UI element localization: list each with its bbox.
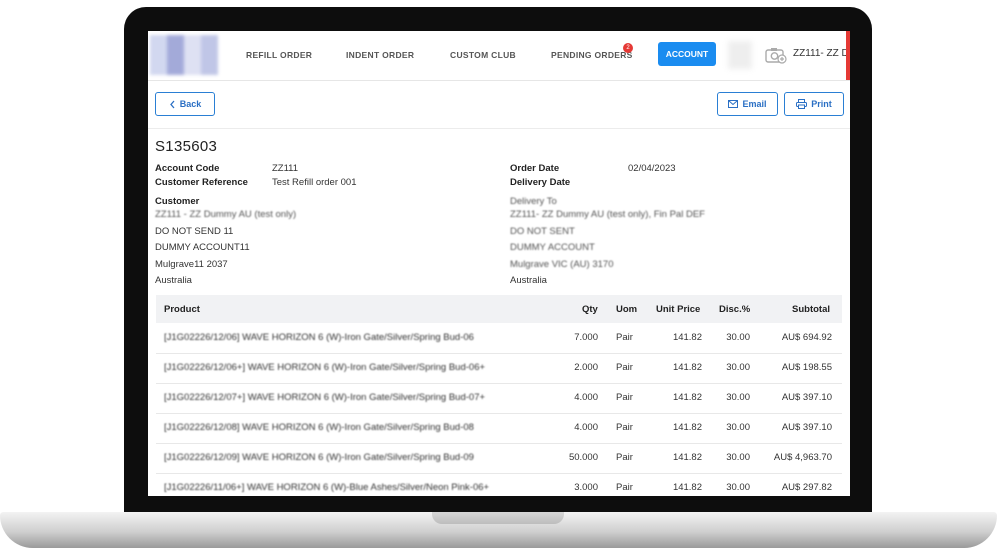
subtotal-cell: AU$ 297.82 (781, 482, 832, 493)
nav-indent-order[interactable]: INDENT ORDER (346, 50, 414, 60)
back-button[interactable]: Back (155, 92, 215, 116)
printer-icon (796, 99, 808, 109)
subtotal-cell: AU$ 397.10 (781, 392, 832, 403)
qty-cell: 4.000 (574, 392, 598, 403)
account-code-value: ZZ111 (272, 163, 299, 174)
table-row[interactable]: [J1G02226/12/09] WAVE HORIZON 6 (W)-Iron… (156, 443, 842, 474)
col-discount: Disc.% (719, 304, 751, 315)
delivery-date-label: Delivery Date (510, 177, 571, 188)
col-qty: Qty (582, 304, 598, 315)
account-button[interactable]: ACCOUNT (658, 42, 716, 66)
qty-cell: 7.000 (574, 332, 598, 343)
subtotal-cell: AU$ 397.10 (781, 422, 832, 433)
unit-price-cell: 141.82 (672, 332, 702, 343)
uom-cell: Pair (616, 452, 633, 463)
qty-cell: 4.000 (574, 422, 598, 433)
table-row[interactable]: [J1G02226/12/07+] WAVE HORIZON 6 (W)-Iro… (156, 383, 842, 414)
product-cell: [J1G02226/12/08] WAVE HORIZON 6 (W)-Iron… (164, 422, 474, 433)
customer-line: ZZ111 - ZZ Dummy AU (test only) (155, 209, 297, 220)
app-screen: REFILL ORDER INDENT ORDER CUSTOM CLUB PE… (148, 31, 850, 496)
delivery-label: Delivery To (510, 196, 557, 207)
unit-price-cell: 141.82 (672, 452, 702, 463)
print-button[interactable]: Print (784, 92, 844, 116)
customer-line: Australia (155, 275, 192, 286)
brand-logo[interactable] (150, 35, 218, 75)
laptop-notch (432, 512, 564, 524)
subtotal-cell: AU$ 4,963.70 (773, 452, 832, 463)
back-label: Back (179, 99, 202, 109)
product-cell: [J1G02226/12/06+] WAVE HORIZON 6 (W)-Iro… (164, 362, 486, 373)
order-date-value: 02/04/2023 (628, 163, 676, 174)
table-row[interactable]: [J1G02226/11/06+] WAVE HORIZON 6 (W)-Blu… (156, 473, 842, 496)
order-lines-header: Product Qty Uom Unit Price Disc.% Subtot… (156, 295, 842, 323)
uom-cell: Pair (616, 482, 633, 493)
customer-line: DO NOT SEND 11 (155, 226, 234, 237)
customer-line: DUMMY ACCOUNT11 (155, 242, 250, 253)
product-cell: [J1G02226/12/06] WAVE HORIZON 6 (W)-Iron… (164, 332, 474, 343)
subtotal-cell: AU$ 694.92 (781, 332, 832, 343)
col-unit-price: Unit Price (656, 304, 701, 315)
uom-cell: Pair (616, 422, 633, 433)
qty-cell: 3.000 (574, 482, 598, 493)
subtotal-cell: AU$ 198.55 (781, 362, 832, 373)
unit-price-cell: 141.82 (672, 482, 702, 493)
uom-cell: Pair (616, 362, 633, 373)
top-navigation: REFILL ORDER INDENT ORDER CUSTOM CLUB PE… (148, 31, 850, 81)
discount-cell: 30.00 (726, 452, 750, 463)
print-label: Print (811, 99, 832, 109)
uom-cell: Pair (616, 332, 633, 343)
customer-label: Customer (155, 196, 200, 207)
delivery-line: DUMMY ACCOUNT (510, 242, 595, 253)
table-row[interactable]: [J1G02226/12/06] WAVE HORIZON 6 (W)-Iron… (156, 323, 842, 354)
col-subtotal: Subtotal (792, 304, 830, 315)
product-cell: [J1G02226/11/06+] WAVE HORIZON 6 (W)-Blu… (164, 482, 490, 493)
discount-cell: 30.00 (726, 332, 750, 343)
pending-orders-badge: 2 (623, 43, 633, 53)
uom-cell: Pair (616, 392, 633, 403)
col-uom: Uom (616, 304, 638, 315)
table-row[interactable]: [J1G02226/12/06+] WAVE HORIZON 6 (W)-Iro… (156, 353, 842, 384)
nav-refill-order[interactable]: REFILL ORDER (246, 50, 312, 60)
email-button[interactable]: Email (717, 92, 778, 116)
delivery-line: Mulgrave VIC (AU) 3170 (510, 259, 614, 270)
product-cell: [J1G02226/12/09] WAVE HORIZON 6 (W)-Iron… (164, 452, 474, 463)
unit-price-cell: 141.82 (672, 392, 702, 403)
order-date-label: Order Date (510, 163, 560, 174)
unit-price-cell: 141.82 (672, 362, 702, 373)
email-label: Email (742, 99, 767, 109)
unit-price-cell: 141.82 (672, 422, 702, 433)
delivery-line: ZZ111- ZZ Dummy AU (test only), Fin Pal … (510, 209, 705, 220)
customer-reference-value: Test Refill order 001 (272, 177, 357, 188)
customer-reference-label: Customer Reference (155, 177, 248, 188)
action-bar: Back Email Print (148, 80, 850, 129)
delivery-line: Australia (510, 275, 547, 286)
discount-cell: 30.00 (726, 422, 750, 433)
nav-edge-accent (846, 31, 850, 80)
delivery-line: DO NOT SENT (510, 226, 575, 237)
nav-custom-club[interactable]: CUSTOM CLUB (450, 50, 516, 60)
nav-pending-orders[interactable]: PENDING ORDERS (551, 50, 633, 60)
chevron-left-icon (169, 100, 175, 108)
discount-cell: 30.00 (726, 362, 750, 373)
col-product: Product (164, 304, 200, 315)
table-row[interactable]: [J1G02226/12/08] WAVE HORIZON 6 (W)-Iron… (156, 413, 842, 444)
mail-icon (728, 100, 739, 108)
order-number: S135603 (155, 138, 218, 155)
discount-cell: 30.00 (726, 482, 750, 493)
user-account-code[interactable]: ZZ111- ZZ D (793, 48, 849, 59)
product-cell: [J1G02226/12/07+] WAVE HORIZON 6 (W)-Iro… (164, 392, 486, 403)
qty-cell: 2.000 (574, 362, 598, 373)
customer-line: Mulgrave11 2037 (155, 259, 228, 270)
camera-add-icon[interactable] (765, 47, 787, 64)
account-code-label: Account Code (155, 163, 220, 174)
profile-avatar[interactable] (728, 41, 752, 69)
discount-cell: 30.00 (726, 392, 750, 403)
qty-cell: 50.000 (568, 452, 598, 463)
